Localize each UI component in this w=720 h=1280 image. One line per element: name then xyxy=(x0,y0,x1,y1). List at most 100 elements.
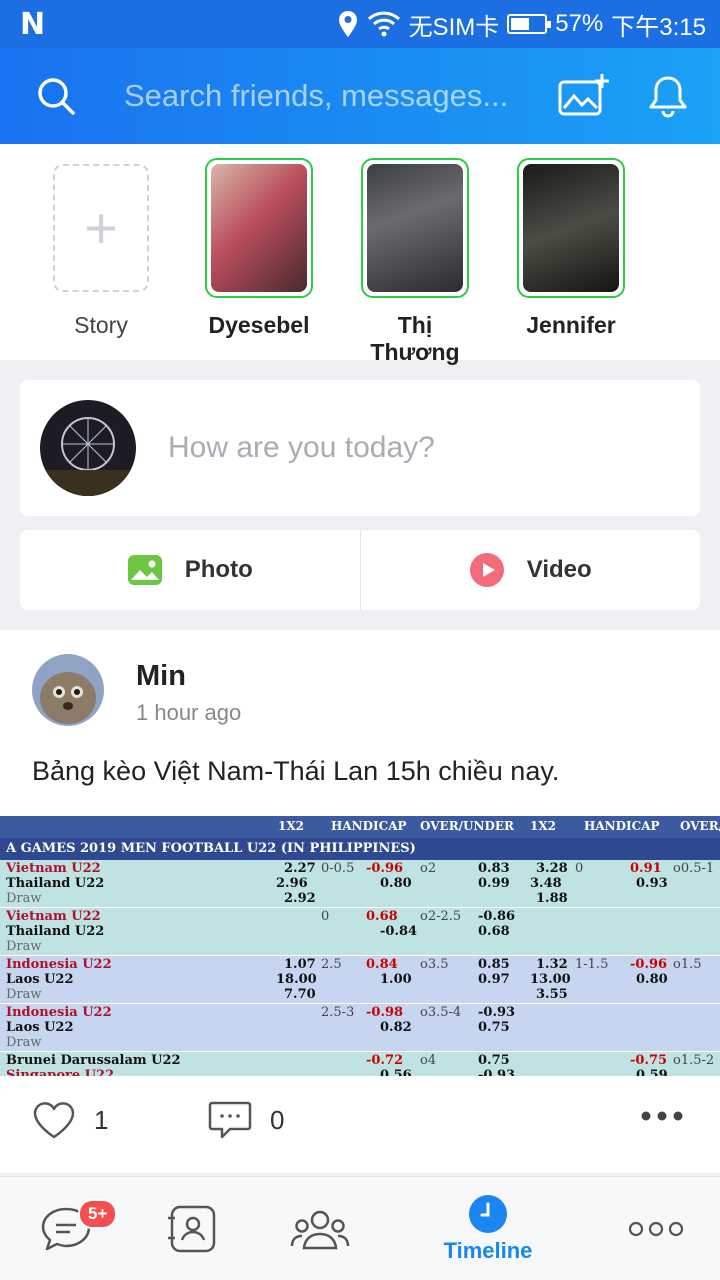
odds-cell: 1.07 xyxy=(284,957,316,972)
odds-cell: Indonesia U22 xyxy=(6,1005,112,1020)
odds-cell: 2.5-3 xyxy=(321,1005,355,1020)
odds-col-header: 1X2 xyxy=(530,819,557,833)
more-circles-icon xyxy=(628,1221,684,1237)
nav-timeline[interactable]: Timeline xyxy=(430,1177,546,1280)
like-button[interactable]: 1 xyxy=(32,1100,108,1140)
odds-row: Indonesia U22 Laos U22 Draw 1.07 18.00 7.70 2.… xyxy=(0,956,720,1003)
unread-badge: 5+ xyxy=(78,1199,118,1229)
odds-cell: 0.59 xyxy=(636,1068,668,1076)
odds-cell: Draw xyxy=(6,939,42,954)
odds-cell: -0.86 xyxy=(478,909,516,924)
media-buttons: Photo Video xyxy=(20,530,700,610)
search-input[interactable]: Search friends, messages... xyxy=(124,78,528,114)
odds-cell: -0.96 xyxy=(630,957,668,972)
heart-icon xyxy=(33,1102,75,1139)
odds-cell: 0 xyxy=(575,861,584,876)
odds-cell: Draw xyxy=(6,987,42,1002)
group-icon xyxy=(290,1210,350,1250)
bottom-navigation: 5+ Timeline xyxy=(0,1176,720,1280)
story-name: Thị Thương xyxy=(370,312,460,365)
story-item[interactable]: Jennifer xyxy=(506,158,636,339)
post-photo-button[interactable] xyxy=(556,68,612,124)
nav-timeline-label: Timeline xyxy=(443,1238,533,1263)
odds-cell: 0.75 xyxy=(478,1020,510,1035)
sim-status: 无SIM卡 xyxy=(408,13,500,41)
odds-cell: 0.75 xyxy=(478,1053,510,1068)
photo-button[interactable]: Photo xyxy=(20,530,360,610)
odds-cell: Thailand U22 xyxy=(6,924,105,939)
odds-cell: 1.88 xyxy=(536,891,568,906)
odds-cell: 0.83 xyxy=(478,861,510,876)
odds-cell: 0-0.5 xyxy=(321,861,355,876)
odds-cell: Draw xyxy=(6,891,42,906)
story-name: Jennifer xyxy=(526,312,616,338)
post-author[interactable]: Min xyxy=(136,660,186,693)
stories-bar: + Story Dyesebel Thị Thương Jennifer xyxy=(0,144,720,365)
bell-icon xyxy=(649,76,687,118)
odds-cell: 0.84 xyxy=(366,957,398,972)
nav-contacts[interactable] xyxy=(162,1177,222,1280)
add-photo-icon xyxy=(558,74,609,116)
odds-cell: 0.97 xyxy=(478,972,510,987)
odds-row: Indonesia U22 Laos U22 Draw 2.5-3 -0.98 0.82 o… xyxy=(0,1004,720,1051)
odds-cell: 0.93 xyxy=(636,876,668,891)
story-thumbnail xyxy=(205,158,313,298)
odds-cell: Draw xyxy=(6,1035,42,1050)
odds-cell: Indonesia U22 xyxy=(6,957,112,972)
clock: 下午3:15 xyxy=(611,13,706,41)
notifications-button[interactable] xyxy=(640,68,696,124)
story-name: Dyesebel xyxy=(208,312,310,338)
odds-cell: o2 xyxy=(420,861,437,876)
odds-cell: 2.27 xyxy=(284,861,316,876)
odds-cell: Laos U22 xyxy=(6,972,74,987)
user-avatar[interactable] xyxy=(40,400,136,496)
odds-cell: -0.93 xyxy=(478,1005,516,1020)
composer-prompt[interactable]: How are you today? xyxy=(168,431,435,465)
odds-cell: -0.75 xyxy=(630,1053,668,1068)
comment-button[interactable]: 0 xyxy=(208,1100,284,1140)
odds-cell: 0.99 xyxy=(478,876,510,891)
odds-cell: 2.96 xyxy=(276,876,308,891)
odds-cell: 1.32 xyxy=(536,957,568,972)
odds-cell: Vietnam U22 xyxy=(6,861,101,876)
video-button[interactable]: Video xyxy=(361,530,701,610)
video-label: Video xyxy=(526,556,592,583)
like-count: 1 xyxy=(94,1104,109,1135)
post-actions: 1 0 xyxy=(0,1100,720,1150)
odds-cell: Brunei Darussalam U22 xyxy=(6,1053,181,1068)
odds-cell: -0.84 xyxy=(380,924,418,939)
odds-cell: 0 xyxy=(321,909,330,924)
nav-groups[interactable] xyxy=(288,1177,352,1280)
odds-cell: 0.68 xyxy=(478,924,510,939)
odds-cell: 1-1.5 xyxy=(575,957,609,972)
odds-row: Vietnam U22 Thailand U22 Draw 2.27 2.96 2.92 0… xyxy=(0,860,720,907)
story-thumbnail xyxy=(517,158,625,298)
photo-label: Photo xyxy=(184,556,253,583)
odds-cell: 2.5 xyxy=(321,957,342,972)
story-item[interactable]: Thị Thương xyxy=(350,158,480,366)
story-item[interactable]: Dyesebel xyxy=(194,158,324,339)
post-more-button[interactable] xyxy=(640,1110,684,1122)
odds-cell: 0.80 xyxy=(380,876,412,891)
odds-cell: 0.56 xyxy=(380,1068,412,1076)
top-header: Search friends, messages... xyxy=(0,48,720,144)
more-dots-icon xyxy=(641,1111,683,1121)
odds-title: A GAMES 2019 MEN FOOTBALL U22 (IN PHILIP… xyxy=(0,838,720,860)
search-icon[interactable] xyxy=(36,76,76,116)
odds-cell: o0.5-1 xyxy=(673,861,715,876)
odds-cell: -0.72 xyxy=(366,1053,404,1068)
odds-cell: 0.68 xyxy=(366,909,398,924)
status-composer[interactable]: How are you today? xyxy=(20,380,700,516)
post-image-odds-table[interactable]: 1X2 HANDICAP OVER/UNDER 1X2 HANDICAP OVE… xyxy=(0,816,720,1076)
odds-cell: Thailand U22 xyxy=(6,876,105,891)
story-add[interactable]: + Story xyxy=(36,158,166,339)
odds-cell: 3.55 xyxy=(536,987,568,1002)
nav-more[interactable] xyxy=(624,1177,688,1280)
odds-cell: 0.82 xyxy=(380,1020,412,1035)
story-label: Story xyxy=(74,312,128,338)
nav-messages[interactable]: 5+ xyxy=(36,1177,118,1280)
odds-row: Brunei Darussalam U22 Singapore U22 -0.72 0… xyxy=(0,1052,720,1076)
odds-cell: 3.48 xyxy=(530,876,562,891)
post-time: 1 hour ago xyxy=(136,700,242,725)
post-author-avatar[interactable] xyxy=(32,654,104,726)
